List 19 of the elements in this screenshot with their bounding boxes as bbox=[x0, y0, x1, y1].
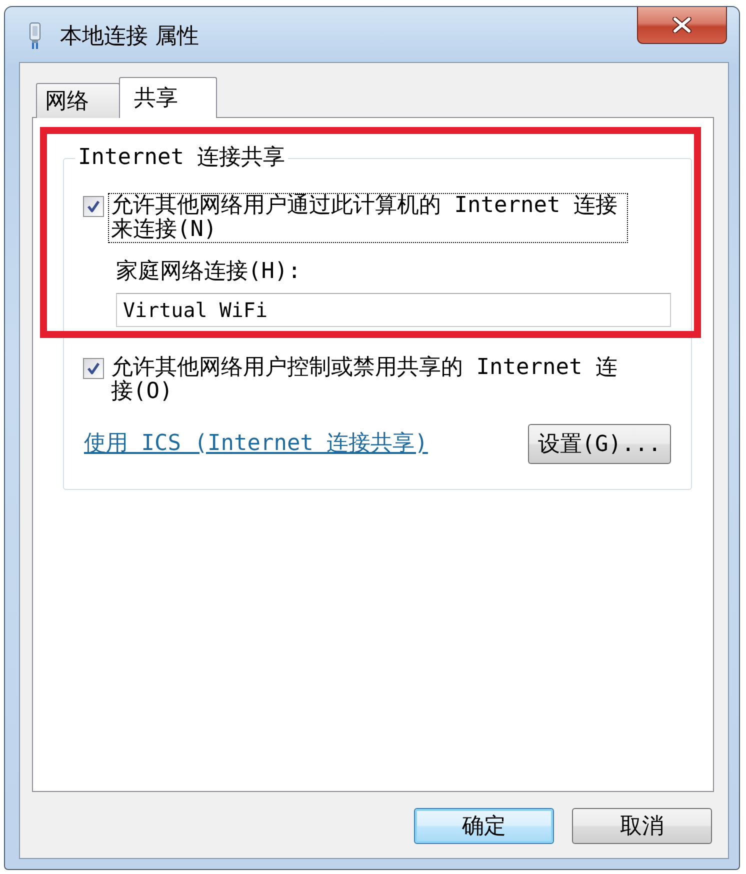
checkbox-label[interactable]: 允许其他网络用户控制或禁用共享的 Internet 连接(O) bbox=[108, 355, 628, 405]
checkbox[interactable] bbox=[83, 196, 104, 217]
checkbox-label[interactable]: 允许其他网络用户通过此计算机的 Internet 连接来连接(N) bbox=[108, 193, 628, 243]
text-field[interactable]: Virtual WiFi bbox=[116, 293, 671, 327]
tick-icon bbox=[86, 199, 101, 214]
link[interactable]: 使用 ICS (Internet 连接共享) bbox=[84, 432, 428, 456]
tab[interactable]: 网络 bbox=[36, 83, 120, 118]
dialog-button[interactable]: 确定 bbox=[414, 808, 554, 844]
close-button[interactable] bbox=[637, 7, 727, 44]
close-icon bbox=[671, 17, 693, 33]
checkbox[interactable] bbox=[83, 358, 104, 379]
tick-icon bbox=[86, 361, 101, 376]
settings-button[interactable]: 设置(G)... bbox=[528, 424, 671, 464]
dialog-button[interactable]: 取消 bbox=[572, 808, 712, 844]
window-title: 本地连接 属性 bbox=[60, 23, 199, 51]
group-title: Internet 连接共享 bbox=[77, 146, 286, 170]
plug-icon bbox=[28, 22, 42, 50]
field-label: 家庭网络连接(H): bbox=[116, 260, 301, 284]
tab[interactable]: 共享 bbox=[119, 77, 217, 118]
